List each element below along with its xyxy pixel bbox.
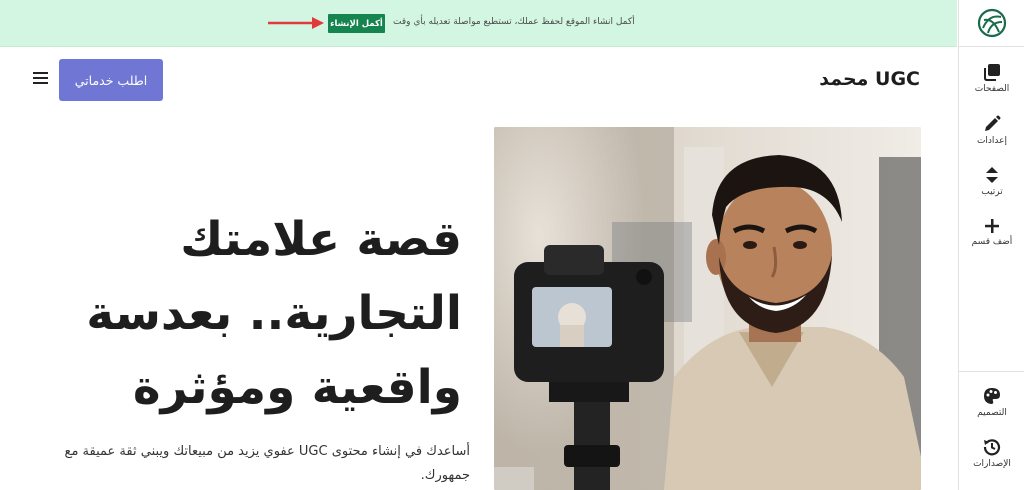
notice-bar: أكمل الإنشاء أكمل انشاء الموقع لحفظ عملك… [0,0,957,47]
hero-title[interactable]: قصة علامتك التجارية.. بعدسة واقعية ومؤثر… [60,203,462,425]
pencil-icon [985,115,1001,131]
sidebar-item-label: أضف قسم [971,237,1013,247]
site-title[interactable]: محمد UGC [819,68,920,90]
logo[interactable] [959,0,1024,47]
sidebar-item-label: إعدادات [976,136,1008,146]
request-services-button[interactable]: اطلب خدماتي [59,59,163,101]
notice-text: أكمل انشاء الموقع لحفظ عملك، تستطيع مواص… [393,17,635,27]
sidebar-item-label: ترتيب [981,187,1003,197]
editor-sidebar: الصفحات إعدادات ترتيب أضف قسم التصميم ال… [958,0,1024,490]
hamburger-menu-icon[interactable] [33,71,48,85]
arrow-icon [268,17,324,29]
complete-setup-button[interactable]: أكمل الإنشاء [328,14,385,33]
plus-icon [985,219,999,233]
sidebar-item-label: التصميم [977,408,1007,418]
sidebar-item-settings[interactable]: إعدادات [959,115,1024,146]
sort-icon [986,167,998,183]
logo-icon [977,8,1006,38]
sidebar-item-versions[interactable]: الإصدارات [959,438,1024,469]
hero-photo [494,127,921,490]
hero-photo-illustration [494,127,921,490]
sidebar-item-label: الصفحات [974,84,1010,94]
sidebar-item-pages[interactable]: الصفحات [959,63,1024,94]
palette-icon [984,388,1000,404]
pages-icon [984,64,1000,81]
sidebar-item-sort[interactable]: ترتيب [959,166,1024,197]
sidebar-divider [959,371,1024,372]
history-icon [983,439,1001,456]
sidebar-item-add-section[interactable]: أضف قسم [959,218,1024,247]
hero-description[interactable]: أساعدك في إنشاء محتوى UGC عفوي يزيد من م… [60,440,470,488]
sidebar-item-design[interactable]: التصميم [959,387,1024,418]
sidebar-item-label: الإصدارات [973,459,1011,469]
